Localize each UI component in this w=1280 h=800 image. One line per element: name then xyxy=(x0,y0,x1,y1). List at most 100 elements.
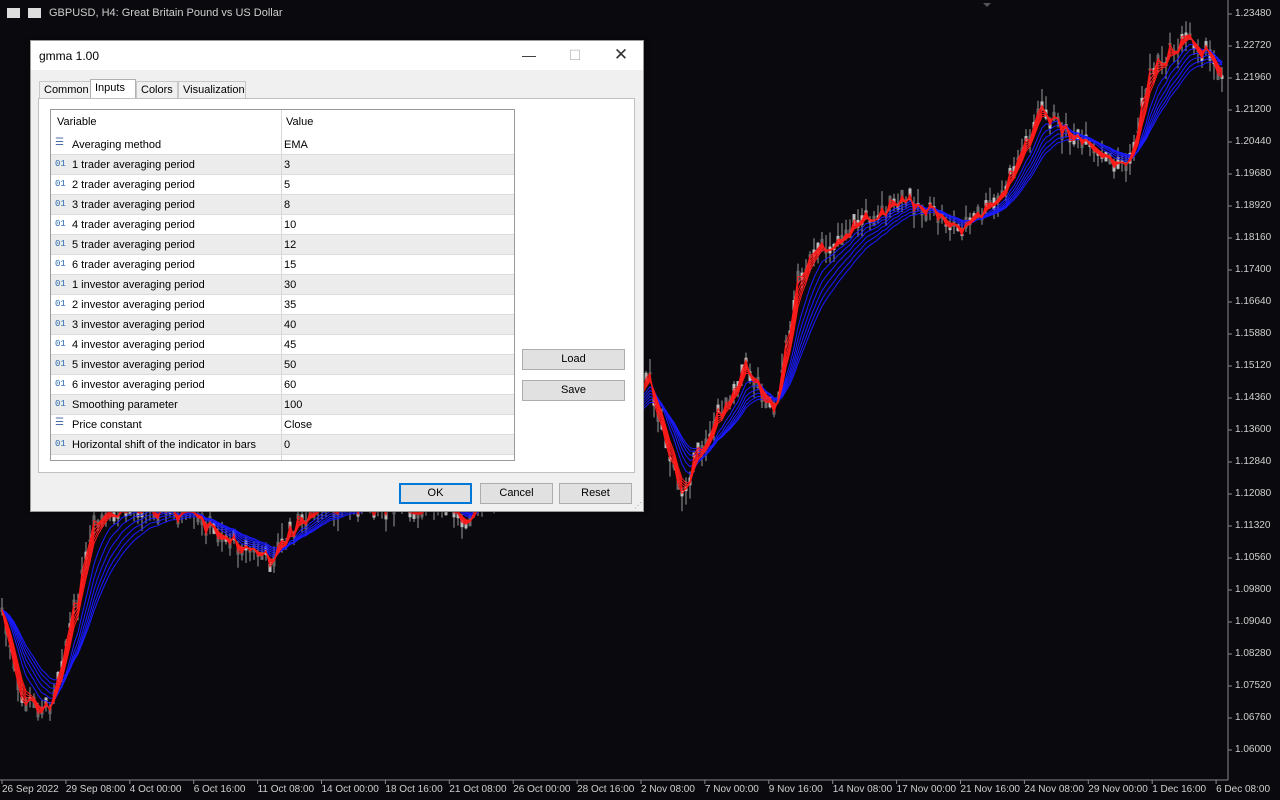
price-label: 1.08280 xyxy=(1235,648,1272,659)
input-value[interactable]: 35 xyxy=(284,299,296,311)
price-label: 1.12840 xyxy=(1235,456,1272,467)
minimize-icon[interactable]: — xyxy=(506,41,552,70)
input-variable-name: 6 investor averaging period xyxy=(72,379,205,391)
number-type-icon: 01 xyxy=(55,319,66,329)
indicator-properties-dialog: gmma 1.00 — ☐ ✕ Common Inputs Colors Vis… xyxy=(30,40,644,512)
chart-window-icon[interactable] xyxy=(28,8,41,18)
inputs-grid: Variable Value ☰ Averaging method EMA 01 1 t… xyxy=(50,109,515,461)
input-value[interactable]: 50 xyxy=(284,359,296,371)
input-value[interactable]: 5 xyxy=(284,179,290,191)
number-type-icon: 01 xyxy=(55,219,66,229)
number-type-icon: 01 xyxy=(55,199,66,209)
input-row[interactable]: 01 2 trader averaging period 5 xyxy=(51,175,514,195)
input-row[interactable]: 01 Horizontal shift of the indicator in b… xyxy=(51,435,514,455)
input-variable-name: 5 investor averaging period xyxy=(72,359,205,371)
input-row[interactable]: 01 4 trader averaging period 10 xyxy=(51,215,514,235)
input-value[interactable]: 15 xyxy=(284,259,296,271)
price-label: 1.12080 xyxy=(1235,488,1272,499)
input-value[interactable]: 0 xyxy=(284,439,290,451)
time-label: 2 Nov 08:00 xyxy=(641,784,695,795)
time-label: 17 Nov 00:00 xyxy=(896,784,957,795)
input-variable-name: Smoothing parameter xyxy=(72,399,178,411)
input-value[interactable]: 60 xyxy=(284,379,296,391)
input-value[interactable]: 45 xyxy=(284,339,296,351)
input-row[interactable]: 01 5 trader averaging period 12 xyxy=(51,235,514,255)
price-label: 1.23480 xyxy=(1235,8,1272,19)
input-value[interactable]: 30 xyxy=(284,279,296,291)
ok-button[interactable]: OK xyxy=(399,483,472,504)
input-value[interactable]: EMA xyxy=(284,139,308,151)
grid-header: Variable Value xyxy=(51,110,514,134)
input-row[interactable]: 01 2 investor averaging period 35 xyxy=(51,295,514,315)
tab-colors[interactable]: Colors xyxy=(136,81,178,98)
load-button[interactable]: Load xyxy=(522,349,625,370)
time-label: 14 Nov 08:00 xyxy=(832,784,893,795)
input-row[interactable]: 01 3 investor averaging period 40 xyxy=(51,315,514,335)
input-value[interactable]: 10 xyxy=(284,219,296,231)
dialog-titlebar[interactable]: gmma 1.00 — ☐ ✕ xyxy=(31,41,643,70)
price-label: 1.06000 xyxy=(1235,744,1272,755)
input-value[interactable]: 8 xyxy=(284,199,290,211)
time-label: 9 Nov 16:00 xyxy=(768,784,823,795)
price-label: 1.14360 xyxy=(1235,392,1272,403)
value-column-header[interactable]: Value xyxy=(286,116,313,128)
time-label: 6 Dec 08:00 xyxy=(1216,784,1271,795)
input-row[interactable]: ☰ Price constant Close xyxy=(51,415,514,435)
input-row[interactable]: 01 6 trader averaging period 15 xyxy=(51,255,514,275)
time-label: 18 Oct 16:00 xyxy=(385,784,443,795)
price-label: 1.20440 xyxy=(1235,136,1272,147)
time-label: 29 Nov 00:00 xyxy=(1088,784,1148,795)
number-type-icon: 01 xyxy=(55,379,66,389)
input-variable-name: 2 investor averaging period xyxy=(72,299,205,311)
close-icon[interactable]: ✕ xyxy=(598,41,644,70)
maximize-icon[interactable]: ☐ xyxy=(552,41,598,70)
price-label: 1.09800 xyxy=(1235,584,1272,595)
number-type-icon: 01 xyxy=(55,439,66,449)
input-row[interactable]: 01 4 investor averaging period 45 xyxy=(51,335,514,355)
input-variable-name: Horizontal shift of the indicator in bar… xyxy=(72,439,257,451)
input-row[interactable]: 01 Smoothing parameter 100 xyxy=(51,395,514,415)
input-row[interactable]: 01 1 investor averaging period 30 xyxy=(51,275,514,295)
input-variable-name: 2 trader averaging period xyxy=(72,179,195,191)
input-variable-name: 6 trader averaging period xyxy=(72,259,195,271)
number-type-icon: 01 xyxy=(55,239,66,249)
input-row[interactable]: 01 3 trader averaging period 8 xyxy=(51,195,514,215)
reset-button[interactable]: Reset xyxy=(559,483,632,504)
column-divider[interactable] xyxy=(281,110,282,460)
variable-column-header[interactable]: Variable xyxy=(57,116,97,128)
input-variable-name: 4 trader averaging period xyxy=(72,219,195,231)
chart-list-icon[interactable] xyxy=(7,8,20,18)
tab-visualization[interactable]: Visualization xyxy=(178,81,246,98)
input-row[interactable]: 01 5 investor averaging period 50 xyxy=(51,355,514,375)
resize-grip-icon[interactable]: ⋰ xyxy=(634,502,642,510)
input-variable-name: 5 trader averaging period xyxy=(72,239,195,251)
time-label: 11 Oct 08:00 xyxy=(257,784,315,795)
number-type-icon: 01 xyxy=(55,279,66,289)
chart-symbol-title: GBPUSD, H4: Great Britain Pound vs US Do… xyxy=(49,7,283,19)
time-label: 14 Oct 00:00 xyxy=(321,784,379,795)
save-button[interactable]: Save xyxy=(522,380,625,401)
input-value[interactable]: 100 xyxy=(284,399,302,411)
price-label: 1.07520 xyxy=(1235,680,1272,691)
time-label: 7 Nov 00:00 xyxy=(704,784,759,795)
tab-inputs[interactable]: Inputs xyxy=(90,79,136,99)
input-row[interactable]: 01 1 trader averaging period 3 xyxy=(51,155,514,175)
input-variable-name: Price constant xyxy=(72,419,142,431)
input-variable-name: 3 investor averaging period xyxy=(72,319,205,331)
time-label: 28 Oct 16:00 xyxy=(577,784,635,795)
input-value[interactable]: Close xyxy=(284,419,312,431)
cancel-button[interactable]: Cancel xyxy=(480,483,553,504)
input-variable-name: Averaging method xyxy=(72,139,162,151)
time-label: 21 Oct 08:00 xyxy=(449,784,507,795)
tab-common[interactable]: Common xyxy=(39,81,91,98)
input-row[interactable]: ☰ Averaging method EMA xyxy=(51,135,514,155)
time-label: 6 Oct 16:00 xyxy=(193,784,246,795)
input-value[interactable]: 40 xyxy=(284,319,296,331)
input-value[interactable]: 12 xyxy=(284,239,296,251)
input-row[interactable]: 01 6 investor averaging period 60 xyxy=(51,375,514,395)
input-value[interactable]: 3 xyxy=(284,159,290,171)
time-label: 26 Sep 2022 xyxy=(2,784,59,795)
price-label: 1.13600 xyxy=(1235,424,1272,435)
number-type-icon: 01 xyxy=(55,179,66,189)
number-type-icon: 01 xyxy=(55,359,66,369)
